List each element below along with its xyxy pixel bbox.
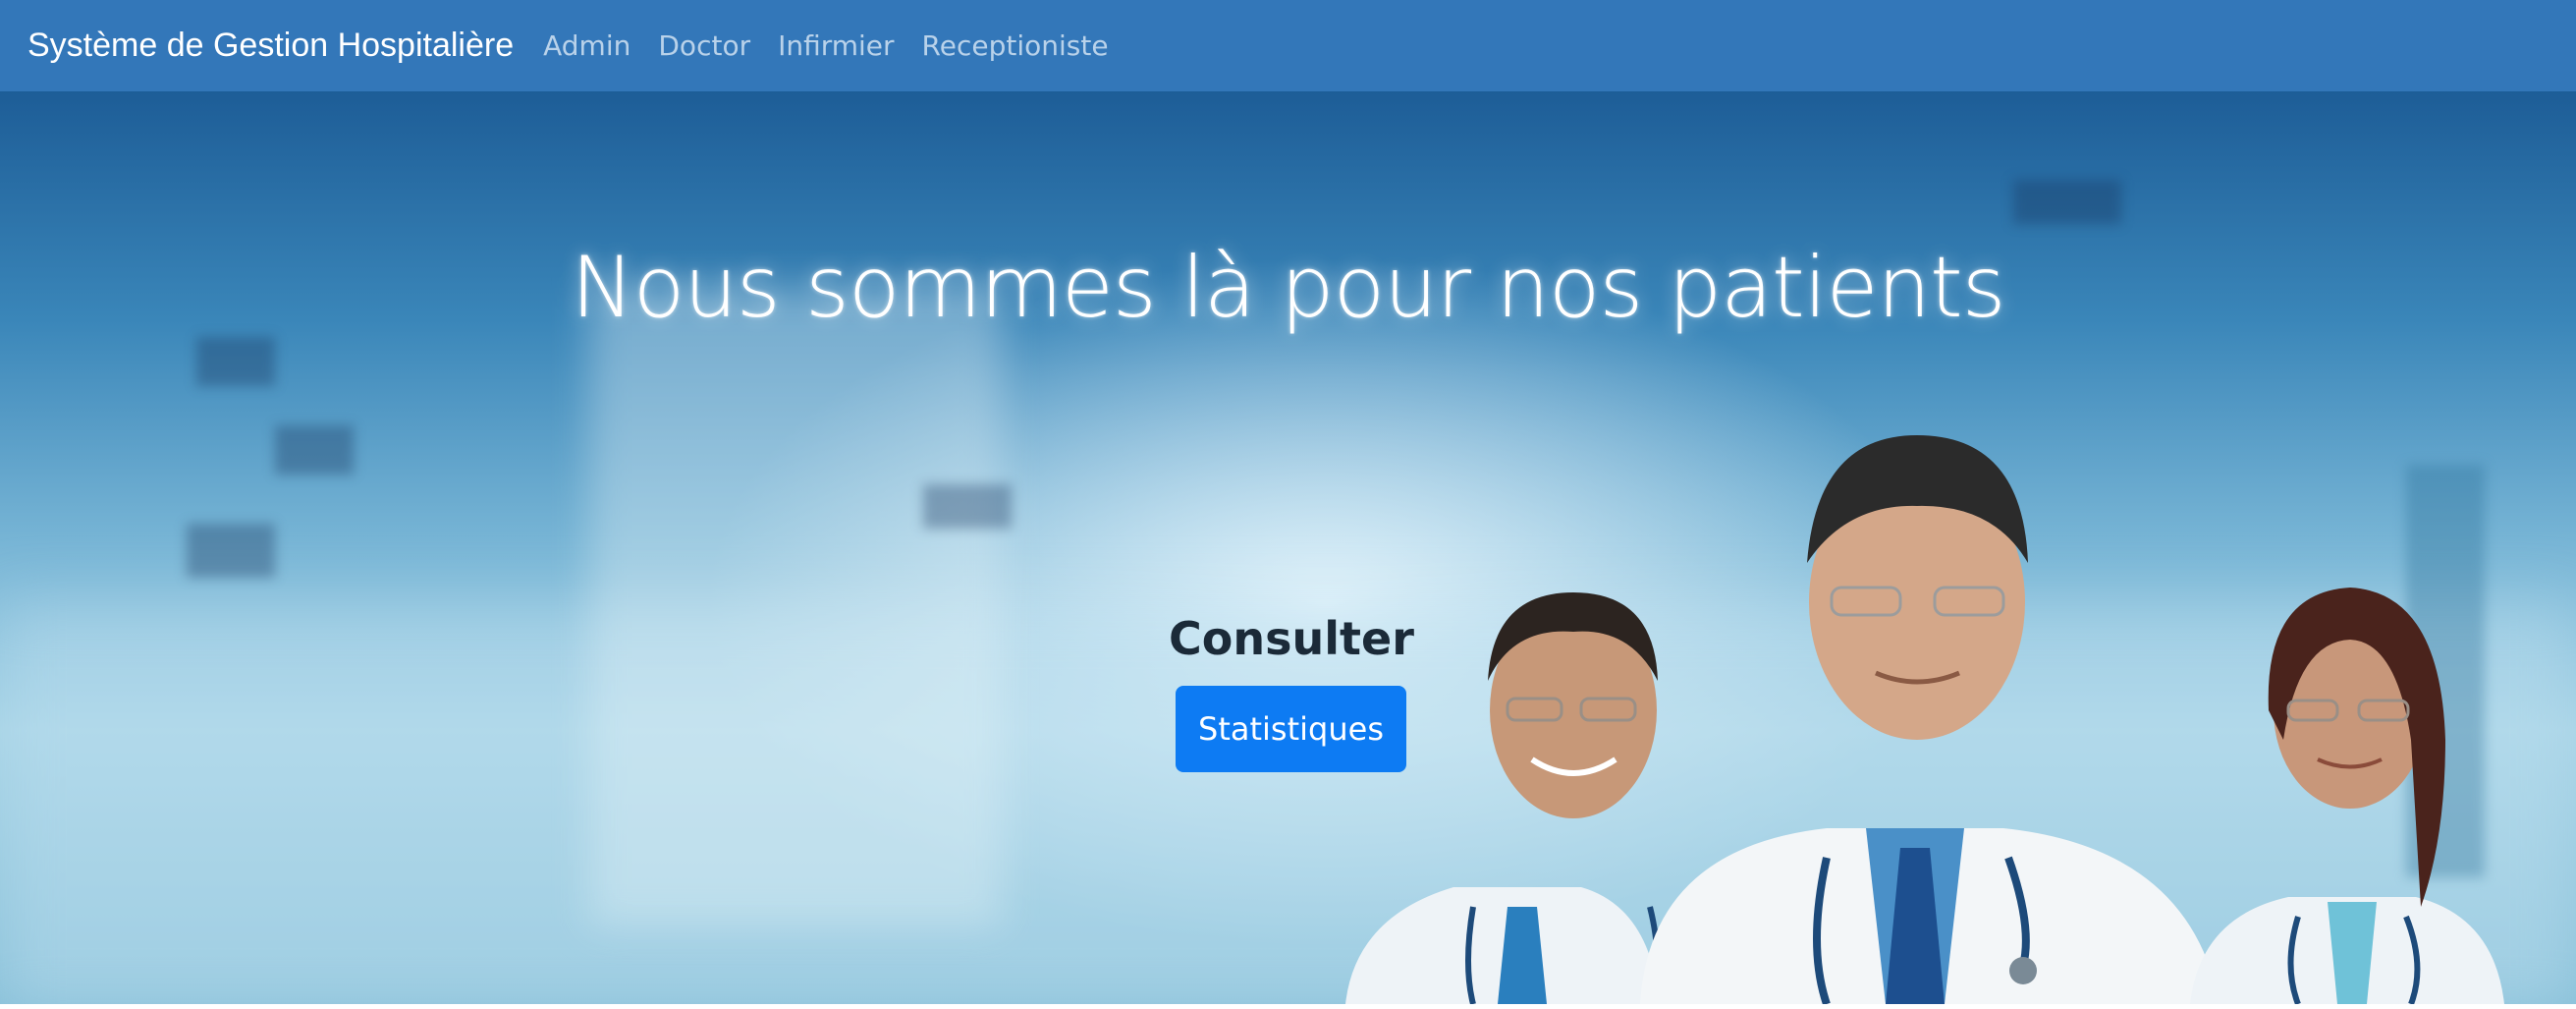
hero-banner: Nous sommes là pour nos patients Consult… — [0, 91, 2576, 1004]
nav-link-doctor[interactable]: Doctor — [658, 29, 750, 62]
top-navbar: Système de Gestion Hospitalière Admin Do… — [0, 0, 2576, 91]
corridor-window — [196, 337, 275, 386]
hero-title: Nous sommes là pour nos patients — [571, 239, 2005, 337]
doctor-left — [1345, 592, 1661, 1004]
nav-link-admin[interactable]: Admin — [543, 29, 630, 62]
brand-title[interactable]: Système de Gestion Hospitalière — [27, 27, 514, 65]
doctors-image — [1345, 435, 2504, 1004]
corridor-wall — [589, 288, 1002, 926]
corridor-window — [923, 484, 1012, 529]
doctor-right — [2190, 588, 2504, 1004]
nav-link-infirmier[interactable]: Infirmier — [778, 29, 894, 62]
corridor-window — [187, 524, 275, 578]
corridor-window — [275, 425, 354, 475]
nav-link-receptioniste[interactable]: Receptioniste — [922, 29, 1109, 62]
corridor-window — [2013, 180, 2121, 224]
doctor-center — [1640, 435, 2220, 1004]
